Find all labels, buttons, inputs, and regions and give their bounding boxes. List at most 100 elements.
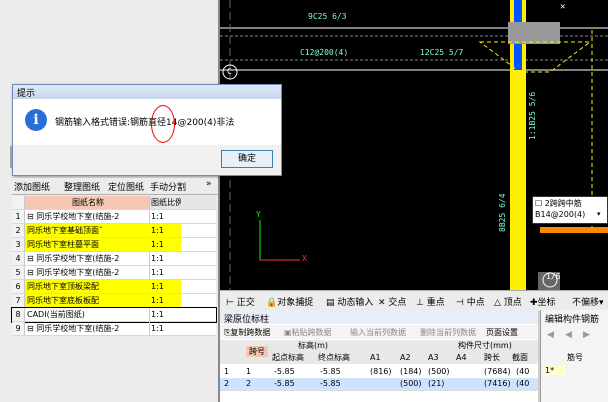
drawing-scale[interactable]: 1:1: [149, 224, 181, 237]
drawing-scale[interactable]: 1:1: [149, 322, 181, 335]
drawing-name[interactable]: 同乐地下室顶板梁配: [25, 280, 150, 293]
beam-cell-a3[interactable]: (500): [428, 366, 450, 377]
beam-cell-span[interactable]: 1: [246, 366, 251, 377]
dialog-titlebar[interactable]: 提示: [13, 85, 281, 99]
header-a4[interactable]: A4: [456, 352, 467, 363]
paste-span-button[interactable]: ▣粘贴跨数据: [284, 327, 332, 338]
copy-span-button[interactable]: ⎘复制跨数据: [224, 327, 270, 338]
insert-column-button[interactable]: 输入当前列数据: [350, 327, 406, 338]
ortho-button[interactable]: ⊢ 正交: [226, 295, 255, 308]
object-snap-button[interactable]: 🔒对象捕捉: [266, 295, 313, 308]
beam-cell-len[interactable]: (7684): [484, 366, 511, 377]
drawing-scale[interactable]: 1:1: [149, 280, 181, 293]
popup-value[interactable]: B14@200(4): [535, 210, 585, 219]
organize-drawing-button[interactable]: 整理图纸: [64, 180, 100, 193]
table-row[interactable]: 6 同乐地下室顶板梁配 1:1: [12, 280, 216, 294]
rebar-text[interactable]: C12@200(4): [300, 48, 348, 57]
rebar-text[interactable]: 8B25 6/4: [498, 193, 507, 232]
coordinate-button[interactable]: ✚坐标: [530, 295, 556, 308]
dynamic-input-button[interactable]: ▤ 动态输入: [326, 295, 373, 308]
drawing-scale[interactable]: 1:1: [149, 308, 181, 321]
beam-cell-sect[interactable]: (40: [516, 378, 529, 389]
row-number: 6: [12, 280, 25, 293]
rebar-text[interactable]: 1:1B25 5/6: [528, 92, 537, 140]
header-end-elev[interactable]: 终点标高: [318, 352, 350, 363]
header-scale[interactable]: 图纸比例: [149, 196, 181, 209]
rebar-text[interactable]: 12C25 5/7: [420, 48, 463, 57]
drawing-scale[interactable]: 1:1: [149, 210, 181, 223]
nav-prev-icon[interactable]: ◀: [565, 330, 572, 340]
beam-cell-a2[interactable]: (184): [400, 366, 422, 377]
drawing-scale[interactable]: 1:1: [149, 294, 181, 307]
drawing-name-text: 同乐地下室柱墓平面: [27, 240, 99, 249]
header-a1[interactable]: A1: [370, 352, 381, 363]
copy-label: 复制跨数据: [230, 328, 271, 337]
popup-checkbox[interactable]: ☐ 2跨跨中筋: [535, 198, 582, 209]
midpoint-button[interactable]: ⊣ 中点: [456, 295, 485, 308]
page-setup-button[interactable]: 页面设置: [486, 327, 518, 338]
delete-column-button[interactable]: 删除当前列数据: [420, 327, 476, 338]
tree-toggle-icon[interactable]: ⊟: [27, 324, 36, 333]
drawing-scale[interactable]: 1:1: [149, 266, 181, 279]
rebar-text[interactable]: 9C25 6/3: [308, 12, 347, 21]
beam-cell-a2[interactable]: (500): [400, 378, 422, 389]
table-row[interactable]: 1 ⊟ 同乐学校地下室(结施-2 1:1: [12, 210, 216, 224]
add-drawing-button[interactable]: 添加图纸: [14, 180, 50, 193]
drawing-scale[interactable]: 1:1: [149, 252, 181, 265]
close-icon[interactable]: ✕: [560, 2, 565, 12]
drawing-name[interactable]: ⊟ 同乐学校地下室(结施-2: [25, 322, 150, 335]
header-a3[interactable]: A3: [428, 352, 439, 363]
beam-cell-n[interactable]: 2: [224, 378, 229, 389]
edit-header-span[interactable]: 筋号: [567, 352, 583, 363]
header-span[interactable]: 跨号: [246, 346, 268, 357]
nav-first-icon[interactable]: ◀: [547, 330, 554, 340]
beam-cell-a1[interactable]: (816): [370, 366, 392, 377]
manual-split-button[interactable]: 手动分割: [150, 180, 186, 193]
header-a2[interactable]: A2: [400, 352, 411, 363]
edit-row-mark[interactable]: 1*: [545, 366, 565, 375]
drawing-name[interactable]: CADI(当前图纸): [25, 308, 150, 321]
locate-drawing-button[interactable]: 定位图纸: [108, 180, 144, 193]
table-row[interactable]: 7 同乐地下室底板板配 1:1: [12, 294, 216, 308]
tree-toggle-icon[interactable]: ⊟: [27, 268, 36, 277]
table-row[interactable]: 4 ⊟ 同乐学校地下室(结施-2 1:1: [12, 252, 216, 266]
table-row[interactable]: 9 ⊟ 同乐学校地下室(结施-2 1:1: [12, 322, 216, 336]
header-section[interactable]: 截面: [512, 352, 528, 363]
vertex-button[interactable]: △ 顶点: [494, 295, 522, 308]
drawing-scale[interactable]: 1:1: [149, 238, 181, 251]
beam-cell-len[interactable]: (7416): [484, 378, 511, 389]
table-row[interactable]: 3 同乐地下室柱墓平面 1:1: [12, 238, 216, 252]
drawing-name[interactable]: ⊟ 同乐学校地下室(结施-2: [25, 210, 150, 223]
ok-button[interactable]: 确定: [221, 150, 273, 168]
chevron-down-icon[interactable]: ▾: [597, 210, 601, 218]
beam-cell-end[interactable]: -5.85: [320, 378, 341, 389]
beam-cell-start[interactable]: -5.85: [274, 366, 295, 377]
drawing-name[interactable]: 同乐地下室底板板配: [25, 294, 150, 307]
nav-next-icon[interactable]: ▶: [583, 330, 590, 340]
intersection-button[interactable]: ✕ 交点: [378, 295, 406, 308]
drawing-name[interactable]: ⊟ 同乐学校地下室(结施-2: [25, 266, 150, 279]
table-row[interactable]: 8 CADI(当前图纸) 1:1: [11, 307, 217, 323]
beam-cell-end[interactable]: -5.85: [320, 366, 341, 377]
more-icon[interactable]: »: [206, 179, 212, 189]
rebar-popup[interactable]: ☐ 2跨跨中筋 B14@200(4) ▾: [532, 196, 608, 224]
beam-cell-span[interactable]: 2: [246, 378, 251, 389]
drawing-name[interactable]: 同乐地下室基础顶面ˇ: [25, 224, 150, 237]
table-row[interactable]: 2 2 -5.85 -5.85 (500) (21) (7416) (40: [220, 378, 538, 391]
header-name[interactable]: 图纸名称: [25, 196, 150, 209]
table-row[interactable]: 2 同乐地下室基础顶面ˇ 1:1: [12, 224, 216, 238]
beam-cell-start[interactable]: -5.85: [274, 378, 295, 389]
perp-icon: ⊥: [416, 298, 424, 308]
table-row[interactable]: 5 ⊟ 同乐学校地下室(结施-2 1:1: [12, 266, 216, 280]
tree-toggle-icon[interactable]: ⊟: [27, 212, 36, 221]
perp-button[interactable]: ⊥ 重点: [416, 295, 445, 308]
tree-toggle-icon[interactable]: ⊟: [27, 254, 36, 263]
beam-cell-sect[interactable]: (40: [516, 366, 529, 377]
drawing-name[interactable]: ⊟ 同乐学校地下室(结施-2: [25, 252, 150, 265]
drawing-name[interactable]: 同乐地下室柱墓平面: [25, 238, 150, 251]
offset-select[interactable]: 不偏移▾: [572, 295, 604, 308]
header-start-elev[interactable]: 起点标高: [272, 352, 304, 363]
beam-cell-a3[interactable]: (21): [428, 378, 444, 389]
beam-cell-n[interactable]: 1: [224, 366, 229, 377]
header-length[interactable]: 跨长: [484, 352, 500, 363]
